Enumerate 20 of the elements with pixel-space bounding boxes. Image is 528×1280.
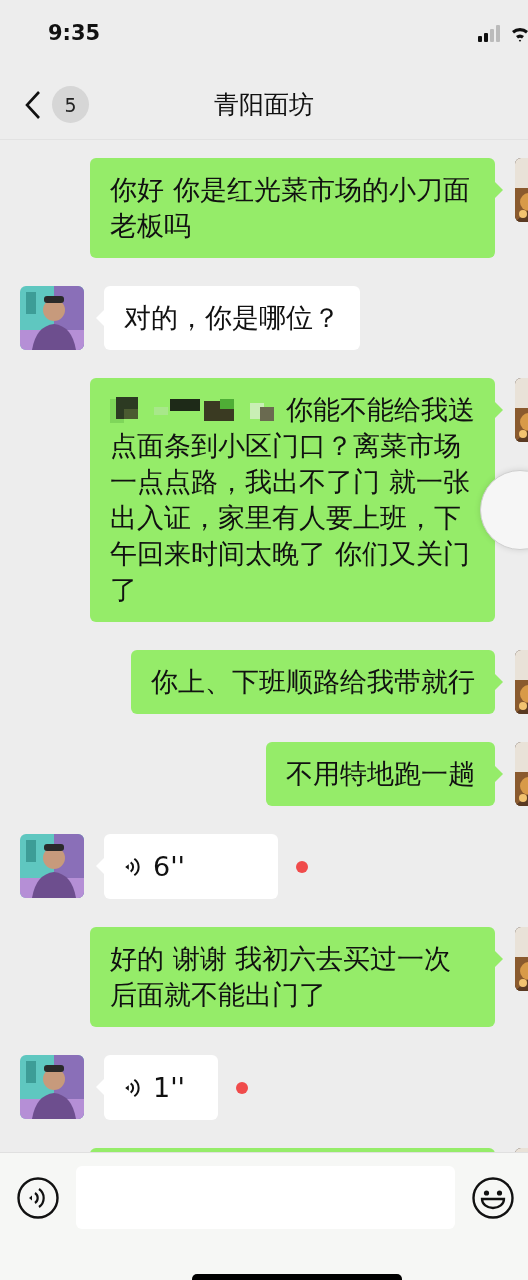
- chat-title: 青阳面坊: [214, 89, 314, 121]
- message-bubble: 不用特地跑一趟: [266, 742, 495, 806]
- bubble-tail: [495, 766, 503, 782]
- message-bubble: 你能不能给我送点面条到小区门口？离菜市场一点点路，我出不了门 就一张出入证，家里有人要上班，下午回来时间太晚了 你们又关门了: [90, 378, 495, 622]
- sound-wave-icon: [124, 855, 141, 878]
- unread-badge: 5: [52, 86, 89, 123]
- voice-input-button[interactable]: [17, 1176, 59, 1219]
- message-bubble: 你好 你是红光菜市场的小刀面老板吗: [90, 158, 495, 258]
- status-time: 9:35: [48, 21, 101, 45]
- message-bubble: 你上、下班顺路给我带就行: [131, 650, 495, 714]
- bubble-tail: [495, 951, 503, 967]
- bubble-tail: [495, 674, 503, 690]
- sound-wave-icon: [124, 1076, 141, 1099]
- bubble-tail: [495, 182, 503, 198]
- bubble-tail: [495, 402, 503, 418]
- message-bubble: 对的，你是哪位？: [104, 286, 360, 350]
- voice-message[interactable]: 6'': [104, 834, 278, 899]
- voice-message[interactable]: 1'': [104, 1055, 218, 1120]
- message-bubble: 好的 谢谢 我初六去买过一次后面就不能出门了: [90, 927, 495, 1027]
- emoji-button[interactable]: [472, 1176, 514, 1219]
